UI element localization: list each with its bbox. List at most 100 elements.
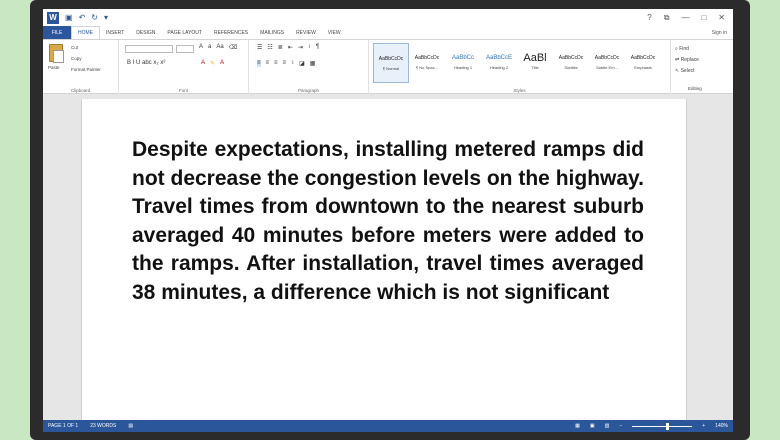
numbering-icon[interactable]: ☷ (267, 44, 272, 51)
tab-insert[interactable]: INSERT (100, 26, 130, 39)
bullets-icon[interactable]: ☰ (257, 44, 262, 51)
line-spacing-icon[interactable]: ↕ (291, 60, 294, 67)
read-mode-icon[interactable]: ▦ (575, 423, 580, 429)
maximize-button[interactable]: □ (701, 13, 706, 23)
text-effects-icon[interactable]: A (201, 60, 205, 67)
styles-group-label: Styles (513, 88, 526, 93)
sign-in-link[interactable]: Sign in (712, 30, 733, 36)
ribbon-home: Paste Cut Copy Format Painter Clipboard … (43, 39, 733, 95)
style-name: ¶ Normal (382, 66, 400, 71)
tab-page-layout[interactable]: PAGE LAYOUT (161, 26, 208, 39)
tab-view[interactable]: VIEW (322, 26, 347, 39)
redo-icon[interactable]: ↻ (91, 13, 98, 22)
shrink-font-icon[interactable]: a (208, 44, 211, 51)
list-buttons: ☰ ☷ ≣ ⇤ ⇥ ↕ ¶ (257, 44, 319, 51)
window-controls: ? ⧉ — □ ✕ (647, 13, 733, 23)
format-painter-button[interactable]: Format Painter (71, 67, 101, 72)
zoom-in-icon[interactable]: + (702, 423, 705, 429)
multilevel-list-icon[interactable]: ≣ (278, 44, 283, 51)
style-no-spacing[interactable]: AaBbCcDc ¶ No Spac... (409, 43, 445, 83)
style-name: Subtitle (564, 65, 578, 70)
font-color-row: A ✎ A (201, 60, 224, 67)
ribbon-display-button[interactable]: ⧉ (664, 13, 670, 23)
shading-icon[interactable]: ◪ (299, 60, 305, 67)
style-name: Subtle Em... (596, 65, 618, 70)
show-marks-icon[interactable]: ¶ (316, 44, 319, 51)
tab-references[interactable]: REFERENCES (208, 26, 254, 39)
print-layout-icon[interactable]: ▣ (590, 423, 595, 429)
font-size-box[interactable] (176, 45, 194, 53)
style-emphasis[interactable]: AaBbCcDc Emphasis (625, 43, 661, 83)
clear-formatting-icon[interactable]: ⌫ (229, 44, 237, 51)
cut-button[interactable]: Cut (71, 45, 78, 50)
select-button[interactable]: ↖ Select (675, 68, 699, 74)
word-count[interactable]: 23 WORDS (90, 423, 116, 429)
zoom-level[interactable]: 140% (715, 423, 728, 429)
alignment-buttons: ≡ ≡ ≡ ≡ ↕ ◪ ▦ (257, 60, 315, 67)
style-subtitle[interactable]: AaBbCcDc Subtitle (553, 43, 589, 83)
grow-font-icon[interactable]: A (199, 44, 203, 51)
highlight-icon[interactable]: ✎ (210, 60, 215, 67)
zoom-out-icon[interactable]: − (619, 423, 622, 429)
borders-icon[interactable]: ▦ (310, 60, 316, 67)
zoom-slider-handle[interactable] (666, 422, 670, 430)
customize-qat-icon[interactable]: ▾ (104, 13, 108, 22)
style-sample: AaBbCcDc (558, 55, 584, 61)
save-icon[interactable]: ▣ (65, 13, 73, 22)
change-case-icon[interactable]: Aa (216, 44, 223, 51)
tab-file[interactable]: FILE (43, 26, 71, 39)
paragraph-group: ☰ ☷ ≣ ⇤ ⇥ ↕ ¶ ≡ ≡ ≡ ≡ ↕ ◪ ▦ Paragraph (249, 40, 369, 95)
close-button[interactable]: ✕ (718, 13, 725, 23)
align-right-icon[interactable]: ≡ (274, 60, 278, 67)
ribbon-tabs: FILE HOME INSERT DESIGN PAGE LAYOUT REFE… (43, 26, 733, 39)
style-sample: AaBbCcE (485, 55, 512, 61)
clipboard-group-label: Clipboard (70, 88, 91, 93)
help-button[interactable]: ? (647, 13, 651, 23)
font-group: A a Aa ⌫ B I U abc x₂ x² A ✎ A Font (119, 40, 249, 95)
paste-label[interactable]: Paste (48, 65, 60, 70)
align-left-icon[interactable]: ≡ (257, 60, 261, 67)
paste-icon[interactable] (49, 44, 64, 63)
zoom-slider[interactable] (632, 422, 693, 430)
minimize-button[interactable]: — (681, 13, 689, 23)
find-button[interactable]: ⌕ Find (675, 46, 699, 52)
styles-gallery: AaBbCcDc ¶ Normal AaBbCcDc ¶ No Spac... … (373, 43, 663, 83)
web-layout-icon[interactable]: ▥ (605, 423, 610, 429)
copy-button[interactable]: Copy (71, 56, 82, 61)
style-heading-1[interactable]: AaBbCc Heading 1 (445, 43, 481, 83)
justify-icon[interactable]: ≡ (283, 60, 287, 67)
tab-home[interactable]: HOME (71, 26, 100, 39)
select-label: Select (680, 68, 695, 74)
replace-label: Replace (680, 57, 699, 63)
font-name-box[interactable] (125, 45, 173, 53)
document-page[interactable]: Despite expectations, installing metered… (81, 99, 687, 429)
undo-icon[interactable]: ↶ (79, 13, 86, 22)
editing-group: ⌕ Find ⇄ Replace ↖ Select (675, 46, 699, 74)
increase-indent-icon[interactable]: ⇥ (298, 44, 303, 51)
font-format-buttons[interactable]: B I U abc x₂ x² (127, 60, 165, 66)
sort-icon[interactable]: ↕ (308, 44, 311, 51)
status-right: ▦ ▣ ▥ − + 140% (575, 422, 728, 430)
proofing-icon[interactable]: ▤ (128, 423, 133, 429)
decrease-indent-icon[interactable]: ⇤ (288, 44, 293, 51)
style-normal[interactable]: AaBbCcDc ¶ Normal (373, 43, 409, 83)
style-sample: AaBbCc (451, 55, 474, 61)
style-name: ¶ No Spac... (416, 65, 438, 70)
clipboard-group: Paste Cut Copy Format Painter Clipboard (43, 40, 119, 95)
align-center-icon[interactable]: ≡ (266, 60, 270, 67)
font-color-icon[interactable]: A (220, 60, 224, 67)
style-subtle-emphasis[interactable]: AaBbCcDc Subtle Em... (589, 43, 625, 83)
document-body-text[interactable]: Despite expectations, installing metered… (132, 136, 644, 307)
style-sample: AaBl (523, 52, 547, 64)
tab-review[interactable]: REVIEW (290, 26, 322, 39)
style-heading-2[interactable]: AaBbCcE Heading 2 (481, 43, 517, 83)
font-group-label: Font (178, 88, 188, 93)
editing-group-label: Editing (688, 86, 702, 91)
tab-design[interactable]: DESIGN (130, 26, 161, 39)
style-sample: AaBbCcDc (414, 55, 440, 61)
style-name: Title (531, 65, 539, 70)
replace-button[interactable]: ⇄ Replace (675, 57, 699, 63)
tab-mailings[interactable]: MAILINGS (254, 26, 290, 39)
style-title[interactable]: AaBl Title (517, 43, 553, 83)
page-count[interactable]: PAGE 1 OF 1 (48, 423, 78, 429)
